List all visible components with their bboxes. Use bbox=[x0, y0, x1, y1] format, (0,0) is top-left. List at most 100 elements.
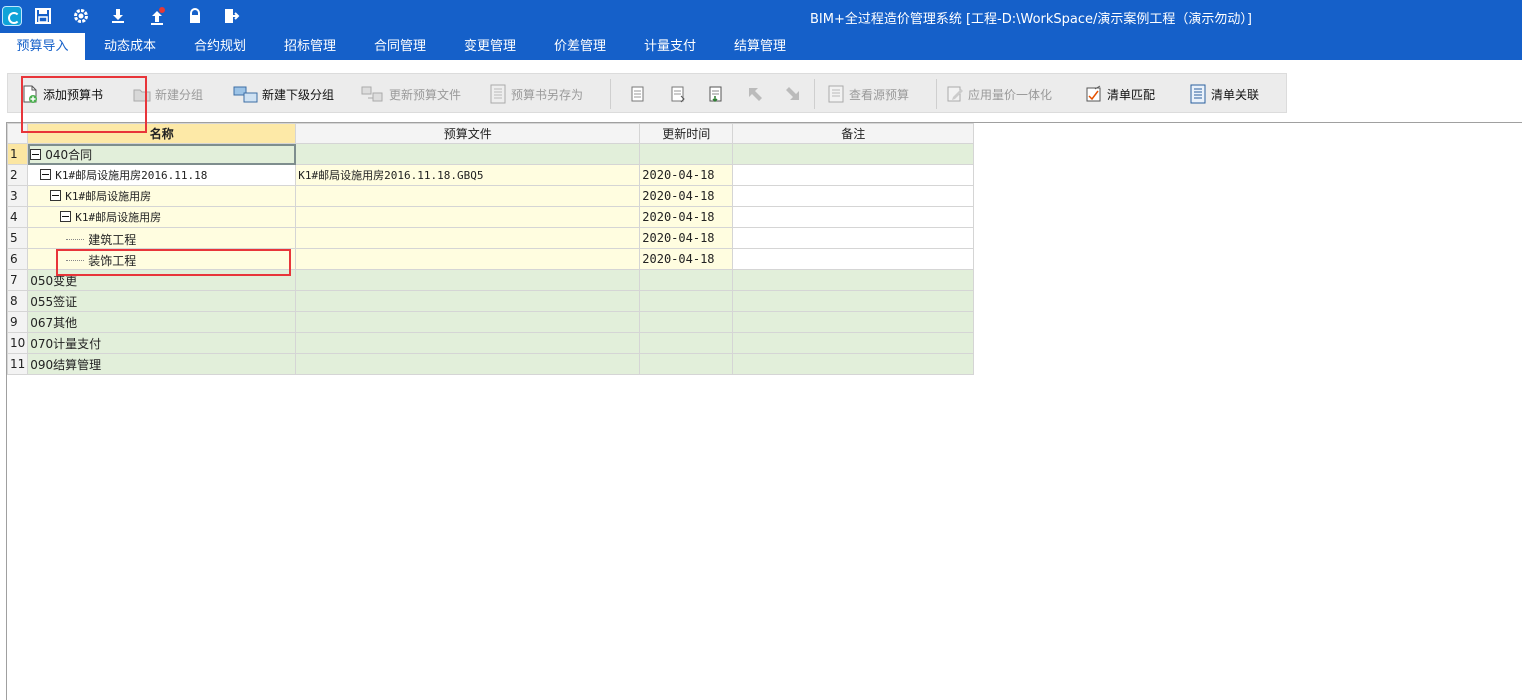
move-up-button[interactable] bbox=[628, 74, 648, 114]
note-cell[interactable] bbox=[732, 269, 975, 291]
budget-file-cell[interactable] bbox=[295, 353, 641, 375]
updated-time-cell[interactable]: 2020-04-18 bbox=[639, 206, 734, 228]
list-match-button[interactable]: 清单匹配 bbox=[1084, 74, 1155, 114]
note-cell[interactable] bbox=[732, 248, 975, 270]
column-header-budget-file[interactable]: 预算文件 bbox=[295, 123, 641, 144]
upload-icon[interactable] bbox=[146, 5, 168, 27]
budget-file-cell[interactable]: K1#邮局设施用房2016.11.18.GBQ5 bbox=[295, 164, 641, 186]
tab-price-difference[interactable]: 价差管理 bbox=[542, 33, 618, 60]
app-logo-icon[interactable] bbox=[2, 6, 22, 26]
tab-dynamic-cost[interactable]: 动态成本 bbox=[92, 33, 168, 60]
apply-qty-price-button[interactable]: 应用量价一体化 bbox=[945, 74, 1052, 114]
tab-contract-management[interactable]: 合同管理 bbox=[362, 33, 438, 60]
note-cell[interactable] bbox=[732, 311, 975, 333]
updated-time-cell[interactable]: 2020-04-18 bbox=[639, 227, 734, 249]
updated-time-cell[interactable] bbox=[639, 143, 734, 165]
tab-settlement-management[interactable]: 结算管理 bbox=[722, 33, 798, 60]
toolbar-separator bbox=[610, 79, 611, 109]
note-cell[interactable] bbox=[732, 206, 975, 228]
note-cell[interactable] bbox=[732, 332, 975, 354]
note-cell[interactable] bbox=[732, 290, 975, 312]
budget-file-cell[interactable] bbox=[295, 311, 641, 333]
gear-icon[interactable] bbox=[70, 5, 92, 27]
updated-time-cell[interactable]: 2020-04-18 bbox=[639, 248, 734, 270]
note-cell[interactable] bbox=[732, 164, 975, 186]
exit-icon[interactable] bbox=[220, 5, 242, 27]
table-row[interactable]: 8 055签证 bbox=[6, 290, 975, 312]
budget-tree-grid: 名称 预算文件 更新时间 备注 1 040合同 2 K1#邮局设施用房2016.… bbox=[6, 123, 975, 375]
budget-file-cell[interactable] bbox=[295, 332, 641, 354]
note-cell[interactable] bbox=[732, 227, 975, 249]
add-budget-button[interactable]: 添加预算书 bbox=[20, 74, 103, 114]
name-cell[interactable]: K1#邮局设施用房2016.11.18 bbox=[27, 164, 297, 186]
note-cell[interactable] bbox=[732, 185, 975, 207]
name-cell[interactable]: 070计量支付 bbox=[27, 332, 297, 354]
table-row[interactable]: 9 067其他 bbox=[6, 311, 975, 333]
table-row[interactable]: 11 090结算管理 bbox=[6, 353, 975, 375]
ribbon-toolbar: 添加预算书 新建分组 新建下级分组 更新预算文件 预算书另存为 查看源预算 应用… bbox=[7, 73, 1287, 113]
collapse-icon[interactable] bbox=[60, 211, 72, 223]
name-cell[interactable]: 050变更 bbox=[27, 269, 297, 291]
lock-icon[interactable] bbox=[184, 5, 206, 27]
new-group-button[interactable]: 新建分组 bbox=[132, 74, 203, 114]
collapse-icon[interactable] bbox=[30, 148, 42, 160]
updated-time-cell[interactable] bbox=[639, 332, 734, 354]
tab-contract-planning[interactable]: 合约规划 bbox=[182, 33, 258, 60]
download-icon[interactable] bbox=[107, 5, 129, 27]
name-cell[interactable]: 055签证 bbox=[27, 290, 297, 312]
budget-file-cell[interactable] bbox=[295, 143, 641, 165]
note-cell[interactable] bbox=[732, 143, 975, 165]
column-header-updated-time[interactable]: 更新时间 bbox=[639, 123, 734, 144]
table-row[interactable]: 5 建筑工程 2020-04-18 bbox=[6, 227, 975, 249]
name-cell[interactable]: 装饰工程 bbox=[27, 248, 297, 270]
update-budget-file-button[interactable]: 更新预算文件 bbox=[360, 74, 461, 114]
updated-time-cell[interactable] bbox=[639, 290, 734, 312]
match-icon bbox=[1084, 84, 1104, 104]
name-cell[interactable]: 067其他 bbox=[27, 311, 297, 333]
table-row[interactable]: 10 070计量支付 bbox=[6, 332, 975, 354]
updated-time-cell[interactable] bbox=[639, 311, 734, 333]
updated-time-cell[interactable]: 2020-04-18 bbox=[639, 185, 734, 207]
name-cell[interactable]: K1#邮局设施用房 bbox=[27, 185, 297, 207]
view-source-budget-label: 查看源预算 bbox=[849, 87, 910, 102]
row-name: K1#邮局设施用房2016.11.18 bbox=[55, 168, 208, 182]
name-cell[interactable]: 建筑工程 bbox=[27, 227, 297, 249]
table-row[interactable]: 1 040合同 bbox=[6, 143, 975, 165]
tab-bidding-management[interactable]: 招标管理 bbox=[272, 33, 348, 60]
name-cell[interactable]: K1#邮局设施用房 bbox=[27, 206, 297, 228]
column-header-note[interactable]: 备注 bbox=[732, 123, 975, 144]
insert-row-button[interactable] bbox=[706, 74, 726, 114]
column-header-name[interactable]: 名称 bbox=[27, 123, 297, 144]
name-cell[interactable]: 090结算管理 bbox=[27, 353, 297, 375]
collapse-icon[interactable] bbox=[50, 190, 62, 202]
table-row[interactable]: 7 050变更 bbox=[6, 269, 975, 291]
budget-file-cell[interactable] bbox=[295, 206, 641, 228]
updated-time-cell[interactable] bbox=[639, 269, 734, 291]
name-cell[interactable]: 040合同 bbox=[27, 143, 297, 165]
table-row[interactable]: 4 K1#邮局设施用房 2020-04-18 bbox=[6, 206, 975, 228]
budget-file-cell[interactable] bbox=[295, 227, 641, 249]
budget-file-cell[interactable] bbox=[295, 290, 641, 312]
table-row[interactable]: 3 K1#邮局设施用房 2020-04-18 bbox=[6, 185, 975, 207]
note-cell[interactable] bbox=[732, 353, 975, 375]
budget-file-cell[interactable] bbox=[295, 185, 641, 207]
save-budget-as-button[interactable]: 预算书另存为 bbox=[488, 74, 583, 114]
save-icon[interactable] bbox=[32, 5, 54, 27]
arrow-down-right-icon bbox=[783, 84, 803, 104]
list-link-button[interactable]: 清单关联 bbox=[1188, 74, 1259, 114]
budget-file-cell[interactable] bbox=[295, 269, 641, 291]
level-up-button[interactable] bbox=[745, 74, 765, 114]
updated-time-cell[interactable] bbox=[639, 353, 734, 375]
updated-time-cell[interactable]: 2020-04-18 bbox=[639, 164, 734, 186]
move-down-button[interactable] bbox=[668, 74, 688, 114]
tab-measurement-payment[interactable]: 计量支付 bbox=[632, 33, 708, 60]
table-row[interactable]: 6 装饰工程 2020-04-18 bbox=[6, 248, 975, 270]
view-source-budget-button[interactable]: 查看源预算 bbox=[826, 74, 909, 114]
level-down-button[interactable] bbox=[783, 74, 803, 114]
collapse-icon[interactable] bbox=[40, 169, 52, 181]
table-row[interactable]: 2 K1#邮局设施用房2016.11.18 K1#邮局设施用房2016.11.1… bbox=[6, 164, 975, 186]
tab-budget-import[interactable]: 预算导入 bbox=[0, 33, 85, 60]
budget-file-cell[interactable] bbox=[295, 248, 641, 270]
tab-change-management[interactable]: 变更管理 bbox=[452, 33, 528, 60]
new-subgroup-button[interactable]: 新建下级分组 bbox=[233, 74, 334, 114]
